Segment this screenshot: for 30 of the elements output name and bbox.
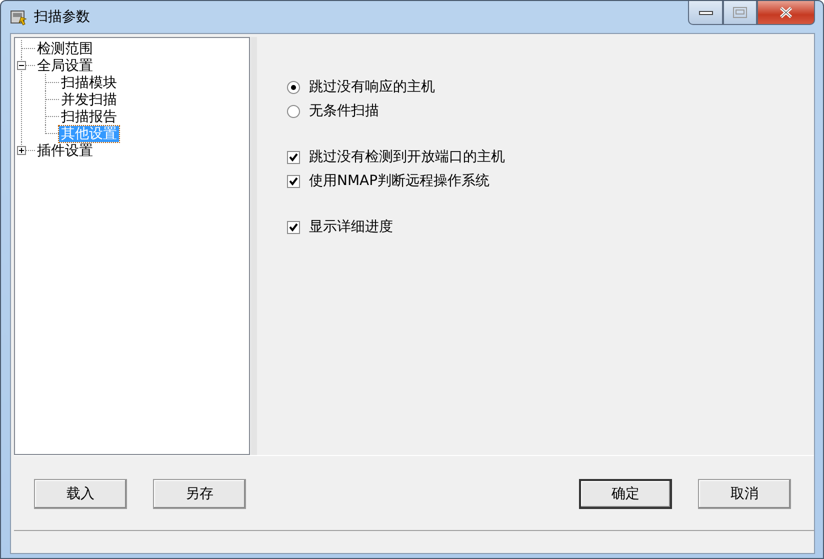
tree-item[interactable]: 并发扫描 bbox=[59, 92, 119, 108]
tree-item[interactable]: 插件设置 bbox=[35, 142, 95, 158]
dialog-button[interactable]: 载入 bbox=[34, 479, 127, 509]
checkbox-option[interactable]: 使用NMAP判断远程操作系统 bbox=[287, 171, 814, 191]
expand-icon[interactable] bbox=[17, 146, 26, 155]
dialog-button[interactable]: 另存 bbox=[153, 479, 246, 509]
maximize-button[interactable] bbox=[723, 1, 757, 25]
window-title: 扫描参数 bbox=[34, 8, 90, 26]
radio-button[interactable] bbox=[287, 80, 300, 94]
tree-item[interactable]: 扫描报告 bbox=[59, 108, 119, 124]
radio-button[interactable] bbox=[287, 104, 300, 118]
checkbox-option[interactable]: 显示详细进度 bbox=[287, 217, 814, 237]
dialog-button[interactable]: 取消 bbox=[698, 479, 791, 509]
close-button[interactable] bbox=[757, 1, 815, 25]
checkbox[interactable] bbox=[287, 150, 300, 164]
checkbox[interactable] bbox=[287, 174, 300, 188]
tree-item[interactable]: 全局设置 bbox=[35, 58, 95, 74]
minimize-button[interactable] bbox=[688, 1, 723, 25]
maximize-icon bbox=[733, 7, 747, 18]
radio-option[interactable]: 跳过没有响应的主机 bbox=[287, 77, 814, 97]
radio-option[interactable]: 无条件扫描 bbox=[287, 101, 814, 121]
dialog-button[interactable]: 确定 bbox=[579, 479, 672, 509]
checkbox[interactable] bbox=[287, 220, 300, 234]
tree-item[interactable]: 扫描模块 bbox=[59, 74, 119, 90]
minimize-icon bbox=[698, 10, 712, 16]
tree-item[interactable]: 检测范围 bbox=[35, 40, 95, 56]
checkbox-option[interactable]: 跳过没有检测到开放端口的主机 bbox=[287, 147, 814, 167]
collapse-icon[interactable] bbox=[17, 61, 26, 70]
app-icon bbox=[10, 8, 28, 26]
close-icon bbox=[778, 6, 794, 19]
